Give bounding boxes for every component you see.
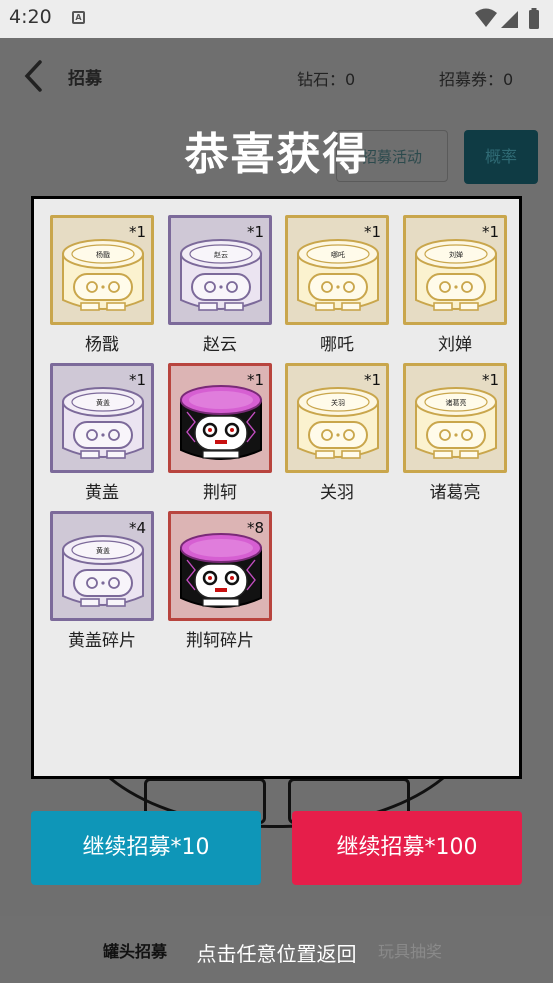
reward-name: 杨戬 <box>85 335 119 355</box>
reward-item[interactable]: *1 刘婵 刘婵 <box>403 215 507 355</box>
reward-item[interactable]: *1 荆轲 <box>168 363 272 503</box>
svg-text:黄盖: 黄盖 <box>96 546 110 555</box>
reward-item[interactable]: *1 诸葛亮 诸葛亮 <box>403 363 507 503</box>
page-title: 招募 <box>68 69 102 89</box>
reward-name: 诸葛亮 <box>429 483 481 503</box>
signal-icon <box>501 11 518 28</box>
reward-card: *1 黄盖 <box>50 363 154 473</box>
continue-recruit-10-button[interactable]: 继续招募*10 <box>31 811 261 885</box>
reward-card: *1 <box>168 363 272 473</box>
reward-item[interactable]: *8 荆轲碎片 <box>168 511 272 651</box>
tap-to-return-hint[interactable]: 点击任意位置返回 <box>0 938 553 967</box>
reward-item[interactable]: *4 黄盖 黄盖碎片 <box>50 511 154 651</box>
reward-item[interactable]: *1 赵云 赵云 <box>168 215 272 355</box>
jingke-can-icon <box>180 385 262 460</box>
status-icons <box>475 8 539 29</box>
reward-card: *1 诸葛亮 <box>403 363 507 473</box>
can-icon: 诸葛亮 <box>415 387 497 459</box>
rewards-panel: *1 杨戬 杨戬 *1 赵云 赵云 *1 哪吒 哪吒 *1 刘婵 刘婵 *1 黄… <box>31 196 522 779</box>
reward-card: *4 黄盖 <box>50 511 154 621</box>
reward-item[interactable]: *1 关羽 关羽 <box>285 363 389 503</box>
reward-name: 刘婵 <box>438 335 472 355</box>
status-time: 4:20 <box>9 6 52 28</box>
status-bar: 4:20 A <box>0 0 553 38</box>
svg-text:关羽: 关羽 <box>331 398 345 407</box>
reward-name: 荆轲 <box>203 483 237 503</box>
svg-text:哪吒: 哪吒 <box>331 250 345 259</box>
reward-item[interactable]: *1 杨戬 杨戬 <box>50 215 154 355</box>
reward-card: *1 关羽 <box>285 363 389 473</box>
svg-text:赵云: 赵云 <box>214 250 228 259</box>
reward-card: *1 哪吒 <box>285 215 389 325</box>
can-icon: 黄盖 <box>62 387 144 459</box>
continue-recruit-100-button[interactable]: 继续招募*100 <box>292 811 522 885</box>
reward-name: 关羽 <box>320 483 354 503</box>
back-arrow-icon[interactable] <box>20 58 46 94</box>
can-icon: 赵云 <box>180 239 262 311</box>
reward-item[interactable]: *1 哪吒 哪吒 <box>285 215 389 355</box>
can-icon: 黄盖 <box>62 535 144 607</box>
reward-name: 赵云 <box>203 335 237 355</box>
reward-card: *1 赵云 <box>168 215 272 325</box>
can-icon: 刘婵 <box>415 239 497 311</box>
notification-icon: A <box>72 11 85 24</box>
can-icon: 哪吒 <box>297 239 379 311</box>
jingke-can-icon <box>180 533 262 608</box>
svg-text:诸葛亮: 诸葛亮 <box>446 398 467 407</box>
can-icon: 杨戬 <box>62 239 144 311</box>
reward-name: 黄盖 <box>85 483 119 503</box>
congrats-headline: 恭喜获得 <box>184 129 369 180</box>
svg-text:刘婵: 刘婵 <box>449 250 463 259</box>
reward-card: *1 刘婵 <box>403 215 507 325</box>
can-icon: 关羽 <box>297 387 379 459</box>
reward-item[interactable]: *1 黄盖 黄盖 <box>50 363 154 503</box>
wifi-icon <box>475 8 497 27</box>
reward-name: 黄盖碎片 <box>68 631 136 651</box>
diamond-balance: 钻石：0 <box>297 70 356 89</box>
reward-name: 哪吒 <box>320 335 354 355</box>
reward-card: *1 杨戬 <box>50 215 154 325</box>
svg-text:黄盖: 黄盖 <box>96 398 110 407</box>
reward-card: *8 <box>168 511 272 621</box>
reward-name: 荆轲碎片 <box>186 631 254 651</box>
ticket-balance: 招募券：0 <box>439 70 514 89</box>
battery-icon <box>529 10 539 29</box>
svg-text:杨戬: 杨戬 <box>96 250 110 259</box>
